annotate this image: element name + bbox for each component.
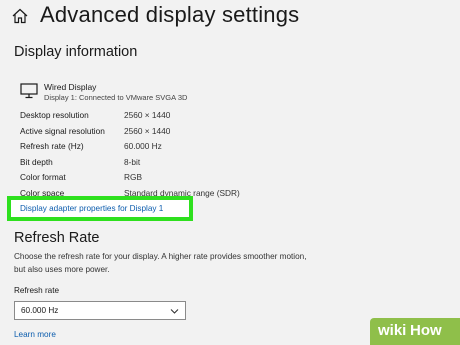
info-value: 2560 × 1440 (124, 125, 171, 136)
watermark-how: How (410, 322, 442, 339)
learn-more-link[interactable]: Learn more (14, 330, 56, 339)
info-value: 2560 × 1440 (124, 110, 171, 120)
info-value: 60.000 Hz (124, 141, 162, 151)
page-title: Advanced display settings (40, 2, 300, 27)
refresh-rate-description: Choose the refresh rate for your display… (14, 252, 307, 274)
display-name: Wired Display (44, 82, 97, 92)
refresh-rate-selected: 60.000 Hz (21, 306, 59, 315)
refresh-rate-label: Refresh rate (14, 286, 60, 295)
monitor-icon (20, 83, 38, 99)
watermark-wiki: wiki (378, 322, 407, 339)
display-adapter-properties-link[interactable]: Display adapter properties for Display 1 (20, 204, 163, 213)
home-icon[interactable] (11, 7, 29, 25)
info-key: Color format (20, 172, 66, 182)
info-key: Desktop resolution (20, 110, 89, 120)
display-information-heading: Display information (14, 44, 138, 60)
refresh-rate-heading: Refresh Rate (14, 230, 100, 246)
info-key: Refresh rate (Hz) (20, 141, 84, 151)
chevron-down-icon (170, 309, 179, 314)
info-key: Bit depth (20, 156, 53, 167)
refresh-rate-dropdown[interactable]: 60.000 Hz (14, 301, 186, 320)
info-value: 8-bit (124, 156, 141, 167)
info-key: Active signal resolution (20, 125, 105, 136)
wikihow-watermark: wiki How (370, 318, 460, 345)
display-connection: Display 1: Connected to VMware SVGA 3D (44, 93, 188, 102)
info-value: RGB (124, 172, 142, 182)
